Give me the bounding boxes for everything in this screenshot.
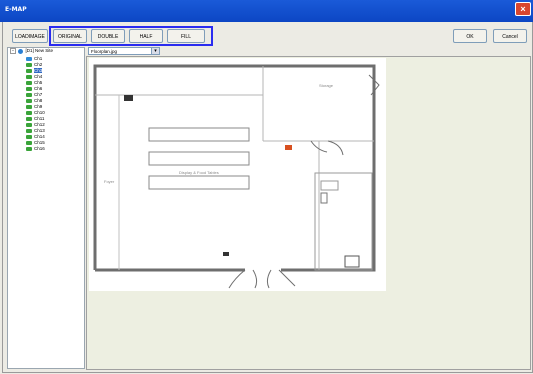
load-image-button[interactable]: LOADIMAGE <box>12 29 48 43</box>
tree-item-label: Ch1 <box>34 56 43 61</box>
tree-item-label: Ch3 <box>34 68 43 73</box>
tree-item-label: Ch2 <box>34 62 43 67</box>
tree-item-label: Ch10 <box>34 110 45 115</box>
camera-icon <box>26 56 32 61</box>
floorplan-drawing: Storage Display & Food Tables Foyer <box>89 58 386 291</box>
tree-root-label: [D1] New Site <box>25 48 54 54</box>
camera-icon <box>26 98 32 103</box>
collapse-icon[interactable]: − <box>10 48 16 54</box>
camera-icon <box>26 128 32 133</box>
image-file-select[interactable]: Floorplan.jpg ▾ <box>88 47 160 55</box>
tree-item-label: Ch14 <box>34 134 45 139</box>
close-icon: × <box>520 4 526 14</box>
cancel-button[interactable]: Cancel <box>493 29 527 43</box>
site-icon <box>18 48 24 54</box>
image-file-value: Floorplan.jpg <box>91 49 118 54</box>
tree-item-label: Ch6 <box>34 86 43 91</box>
camera-icon <box>26 92 32 97</box>
tree-item-ch16[interactable]: Ch16 <box>26 146 45 152</box>
camera-icon <box>26 86 32 91</box>
camera-icon <box>26 134 32 139</box>
tree-root[interactable]: − [D1] New Site <box>10 48 53 54</box>
tree-item-label: Ch16 <box>34 146 45 151</box>
tree-item-label: Ch12 <box>34 122 45 127</box>
ok-button[interactable]: OK <box>453 29 487 43</box>
camera-icon <box>26 68 32 73</box>
window-title: E-MAP <box>5 6 27 13</box>
close-button[interactable]: × <box>515 2 531 16</box>
tree-item-label: Ch8 <box>34 98 43 103</box>
camera-icon <box>26 116 32 121</box>
camera-icon <box>26 74 32 79</box>
display-label: Display & Food Tables <box>179 170 219 175</box>
tree-item-label: Ch11 <box>34 116 45 121</box>
camera-icon <box>26 62 32 67</box>
tree-item-label: Ch15 <box>34 140 45 145</box>
tree-item-label: Ch9 <box>34 104 43 109</box>
foyer-label: Foyer <box>104 179 115 184</box>
camera-icon <box>26 80 32 85</box>
camera-icon <box>26 104 32 109</box>
tree-item-label: Ch13 <box>34 128 45 133</box>
camera-icon <box>26 110 32 115</box>
dropdown-arrow-icon[interactable]: ▾ <box>151 48 159 54</box>
tree-item-label: Ch5 <box>34 80 43 85</box>
title-bar: E-MAP × <box>0 0 533 22</box>
camera-icon <box>26 146 32 151</box>
zoom-buttons-highlight <box>49 26 213 46</box>
floorplan-image[interactable]: Storage Display & Food Tables Foyer <box>89 58 386 291</box>
camera-icon <box>26 140 32 145</box>
camera-icon <box>26 122 32 127</box>
tree-item-label: Ch4 <box>34 74 43 79</box>
tree-item-label: Ch7 <box>34 92 43 97</box>
camera-tree[interactable]: − [D1] New Site Ch1 Ch2 Ch3 Ch4 Ch5 Ch6 Ch7 Ch8… <box>7 47 85 369</box>
storage-label: Storage <box>319 83 334 88</box>
